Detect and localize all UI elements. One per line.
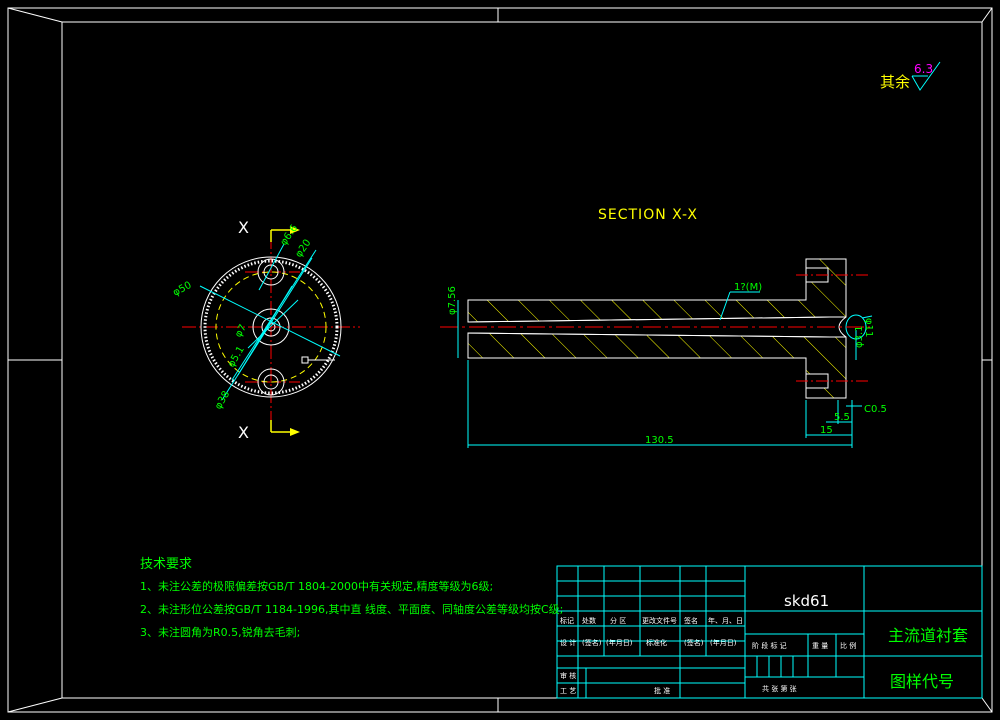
dim-c0-5: C0.5 <box>864 404 887 415</box>
dim-taper: 1?(M) <box>734 282 762 293</box>
dim-phi6-6: φ6.6 <box>278 223 300 248</box>
technical-notes: 技术要求 1、未注公差的极限偏差按GB/T 1804-2000中有关规定,精度等… <box>140 557 563 639</box>
tb-sheet-row: 共 张 第 张 <box>762 684 797 693</box>
tb-header-5: 年、月、日 <box>708 616 743 625</box>
notes-line-1: 1、未注公差的极限偏差按GB/T 1804-2000中有关规定,精度等级为6级; <box>140 579 493 593</box>
section-marker-top: X <box>238 218 249 237</box>
tb-stage-1: 重 量 <box>812 642 828 650</box>
dim-130-5: 130.5 <box>645 435 674 446</box>
dim-phi7: φ7 <box>233 323 249 340</box>
front-view: X X φ50 φ20 φ6.6 φ7 φ5.1 φ38 <box>171 218 360 442</box>
tb-part-name: 主流道衬套 <box>888 626 968 645</box>
roughness-value: 6.3 <box>914 62 933 76</box>
tb-approve: 批 准 <box>654 686 670 695</box>
notes-line-2: 2、未注形位公差按GB/T 1184-1996,其中直 线度、平面度、同轴度公差… <box>140 602 563 616</box>
dim-phi50: φ50 <box>171 280 193 299</box>
tb-design-3: 标准化 <box>646 638 667 647</box>
dim-15: 15 <box>820 425 833 436</box>
tb-design-2: (年月日) <box>606 638 633 647</box>
tb-design-5: (年月日) <box>710 638 737 647</box>
tb-header-1: 处数 <box>582 616 596 625</box>
section-title: SECTION X-X <box>598 207 698 223</box>
dim-phi7-56: φ7.56 <box>447 286 458 315</box>
dim-phi20: φ20 <box>293 238 313 260</box>
tb-material: skd61 <box>784 592 829 610</box>
tb-design-4: (签名) <box>684 638 704 647</box>
drawing-canvas: 其余 6.3 SECTION X-X X X φ50 φ20 φ6.6 φ7 φ… <box>7 7 993 713</box>
tb-stage-2: 比 例 <box>840 641 856 650</box>
tb-review: 审 核 <box>560 671 576 680</box>
dim-phi3-1: φ3.1 <box>854 326 865 349</box>
section-marker-bottom: X <box>238 423 249 442</box>
tb-design-1: (签名) <box>582 638 602 647</box>
tb-header-2: 分 区 <box>610 616 626 625</box>
roughness-symbol: 其余 6.3 <box>880 61 941 91</box>
tb-header-4: 签名 <box>684 616 698 625</box>
tb-process: 工 艺 <box>560 687 576 695</box>
notes-line-3: 3、未注圆角为R0.5,锐角去毛刺; <box>140 625 300 639</box>
tb-header-0: 标记 <box>560 616 574 625</box>
tb-design-0: 设 计 <box>560 638 576 647</box>
notes-heading: 技术要求 <box>140 557 192 572</box>
tb-header-3: 更改文件号 <box>642 616 677 625</box>
tb-drawing-code: 图样代号 <box>890 672 954 691</box>
section-view: φ7.56 1?(M) φ11 φ3.1 5.5 C0.5 15 130.5 <box>440 258 887 448</box>
dim-phi38: φ38 <box>213 389 232 411</box>
roughness-prefix: 其余 <box>880 73 910 91</box>
dim-5-5: 5.5 <box>834 412 850 423</box>
tb-stage-0: 阶 段 标 记 <box>752 641 787 650</box>
